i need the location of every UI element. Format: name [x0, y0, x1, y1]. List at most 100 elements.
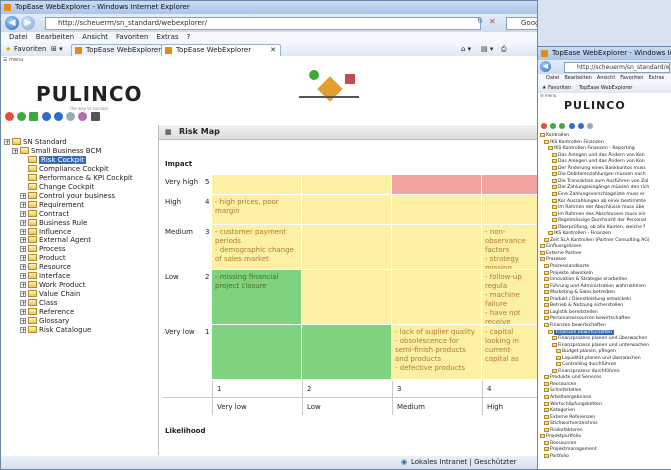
- menu-bearbeiten[interactable]: Bearbeiten: [564, 74, 591, 83]
- second-tree-node[interactable]: Controlling durchführen: [556, 362, 616, 368]
- second-tree-node[interactable]: IKS Kontrollen Finanzen: [544, 139, 604, 146]
- tree-node[interactable]: +Compliance Cockpit: [20, 164, 109, 174]
- remove-icon[interactable]: [29, 112, 39, 121]
- expand-icon[interactable]: +: [20, 291, 26, 298]
- second-tree-node[interactable]: Finanzprozess durchführen: [552, 368, 620, 375]
- second-tree-node[interactable]: Prozesslandkarte: [544, 264, 589, 270]
- expand-icon[interactable]: +: [20, 273, 26, 280]
- second-tree-node[interactable]: Die Transaktion zum Ausführen von Zal: [552, 178, 648, 185]
- bcm-icon[interactable]: [5, 112, 14, 121]
- second-tree-node[interactable]: Risikofaktoren: [544, 427, 583, 434]
- tree-node[interactable]: + Interface: [20, 272, 70, 281]
- second-tree-node[interactable]: Das Anlegen und das Ändern von Kon: [552, 159, 645, 165]
- search-field[interactable]: Google: [506, 17, 537, 30]
- second-tree-node[interactable]: Die Debitorenzahlungen müssen nach: [552, 172, 646, 178]
- close-tab-icon[interactable]: ✕: [270, 45, 276, 56]
- tree-node[interactable]: + Value Chain: [20, 290, 80, 299]
- menu-datei[interactable]: Datei: [546, 74, 559, 83]
- risk-cell[interactable]: - customer payment periods - demographic…: [212, 225, 302, 270]
- refresh-icon[interactable]: [587, 123, 594, 129]
- second-tree-node[interactable]: Im Rahmen der Abschlüsse muss übe: [552, 205, 644, 211]
- forward-arrow-icon[interactable]: [53, 112, 63, 121]
- second-tree-node[interactable]: Personalressourcen bewirtschaften: [544, 316, 630, 322]
- risk-cell[interactable]: - missing financial project closure: [212, 270, 302, 325]
- second-tree-node[interactable]: Finanzprozess planen und überwachen: [552, 336, 647, 342]
- tree-node[interactable]: + Process: [20, 245, 66, 254]
- red-tool-icon[interactable]: [541, 123, 547, 129]
- second-tree-node[interactable]: Portfolio: [544, 453, 569, 460]
- tree-node[interactable]: +Performance & KPI Cockpit: [20, 173, 133, 183]
- second-tree-node[interactable]: Einflussgrössen: [540, 244, 582, 250]
- second-tree-node[interactable]: Produkte und Services: [544, 375, 601, 381]
- second-browser-window[interactable]: TopEase WebExplorer - Windows Internet E…: [537, 46, 671, 470]
- risk-cell[interactable]: [302, 225, 392, 270]
- home-icon[interactable]: ⌂ ▾: [461, 43, 471, 56]
- menu-favoriten[interactable]: Favoriten: [620, 74, 643, 83]
- second-address-bar[interactable]: ◀ http://scheuerm/sn_standard/webexplore…: [538, 60, 671, 74]
- second-tree-node[interactable]: Regelmässige Durchsicht der Personal: [552, 218, 646, 224]
- expand-icon[interactable]: +: [20, 300, 26, 307]
- tree-node[interactable]: +Risk Cockpit: [20, 155, 86, 165]
- tree-node[interactable]: + Reference: [20, 308, 74, 317]
- print-icon[interactable]: [90, 112, 100, 121]
- menu-help[interactable]: ?: [187, 32, 191, 43]
- second-url-field[interactable]: http://scheuerm/sn_standard/webexplorer/: [564, 62, 670, 73]
- second-tree-node[interactable]: Der Änderung eines Bankkontos muss: [552, 165, 646, 172]
- menu-extras[interactable]: Extras: [156, 32, 178, 43]
- second-tree-node[interactable]: Innovation & Strategie erarbeiten: [544, 277, 627, 283]
- second-tree-node[interactable]: Produkt / Dienstleistung entwickeln: [544, 296, 631, 303]
- tree-node[interactable]: + Risk Catalogue: [20, 325, 91, 335]
- second-tree-node[interactable]: Projektportfolio: [540, 434, 581, 440]
- second-tree-node[interactable]: Logistik bereitstellen: [544, 309, 598, 316]
- tree-node[interactable]: + SN Standard: [4, 138, 67, 147]
- risk-cell[interactable]: [392, 225, 482, 270]
- risk-cell[interactable]: [392, 195, 482, 225]
- second-tree-node[interactable]: Projektmanagement: [544, 447, 597, 453]
- risk-cell[interactable]: - high prices, poor margin: [212, 195, 302, 225]
- second-tree-node[interactable]: Überprüfung, ob alle Konten, welche f: [552, 224, 645, 231]
- menu-datei[interactable]: Datei: [9, 32, 28, 43]
- menu-ansicht[interactable]: Ansicht: [597, 74, 615, 83]
- tree-node[interactable]: + Influence: [20, 227, 71, 237]
- add-icon[interactable]: [17, 112, 27, 121]
- second-tree-node[interactable]: Kategorien: [544, 408, 575, 414]
- expand-icon[interactable]: +: [20, 192, 26, 199]
- risk-cell[interactable]: - lack of suplier quality - obsolescence…: [392, 325, 482, 380]
- second-tree-node[interactable]: Projekte abwickeln: [544, 270, 593, 277]
- tree-node[interactable]: + Resource: [20, 263, 71, 272]
- second-tree-node[interactable]: Betrieb & Nutzung sicherstellen: [544, 303, 623, 309]
- tab-2[interactable]: TopEase WebExplorer ✕: [161, 44, 281, 56]
- second-tree-node[interactable]: Stichwortverzeichnis: [544, 421, 598, 427]
- star-icon[interactable]: ★: [5, 43, 11, 56]
- second-tree-node[interactable]: Kontrollen: [540, 133, 569, 139]
- risk-cell[interactable]: - follow-up regula - machine failure - h…: [482, 270, 537, 325]
- expand-icon[interactable]: +: [20, 246, 26, 253]
- second-tree-node[interactable]: Finanzen bewirtschaften: [548, 329, 615, 336]
- risk-cell[interactable]: [482, 175, 537, 195]
- second-favorites-button[interactable]: Favoriten: [548, 85, 571, 91]
- feeds-icon[interactable]: ▤ ▾: [481, 43, 493, 56]
- tab-1[interactable]: TopEase WebExplorer: [71, 44, 171, 56]
- forward-arrow-icon[interactable]: [577, 123, 584, 129]
- expand-icon[interactable]: +: [20, 282, 26, 289]
- second-tree-node[interactable]: Liquidität planen und überwachen: [556, 355, 641, 362]
- tree-node[interactable]: + External Agent: [20, 236, 91, 245]
- tree-node[interactable]: + Small Business BCM: [12, 146, 101, 156]
- app-menu-button[interactable]: ☰ menu: [3, 57, 23, 63]
- second-tree-node[interactable]: Wertschöpfungsketten: [544, 401, 602, 408]
- expand-icon[interactable]: +: [20, 326, 26, 333]
- second-tree-node[interactable]: Ressourcen: [544, 381, 576, 388]
- forward-button[interactable]: ▶: [21, 16, 35, 30]
- second-tree-node[interactable]: Ressourcen: [544, 440, 576, 447]
- second-tree-node[interactable]: Schnittstellen: [544, 388, 581, 394]
- risk-cell[interactable]: [392, 175, 482, 195]
- edit-icon[interactable]: [78, 112, 88, 121]
- second-tree-node[interactable]: Im Rahmen des Abschlusses muss ein: [552, 211, 646, 218]
- second-tree-node[interactable]: Zeit SLA Kontrollen (Partner Consulting …: [544, 237, 650, 244]
- refresh-icon[interactable]: ↻: [477, 17, 483, 25]
- print-icon[interactable]: ⎙: [501, 43, 507, 56]
- expand-icon[interactable]: +: [12, 147, 18, 154]
- risk-cell[interactable]: [212, 175, 302, 195]
- second-tree-node[interactable]: Führung und Administration wahrnehmen: [544, 283, 646, 290]
- risk-cell[interactable]: [482, 195, 537, 225]
